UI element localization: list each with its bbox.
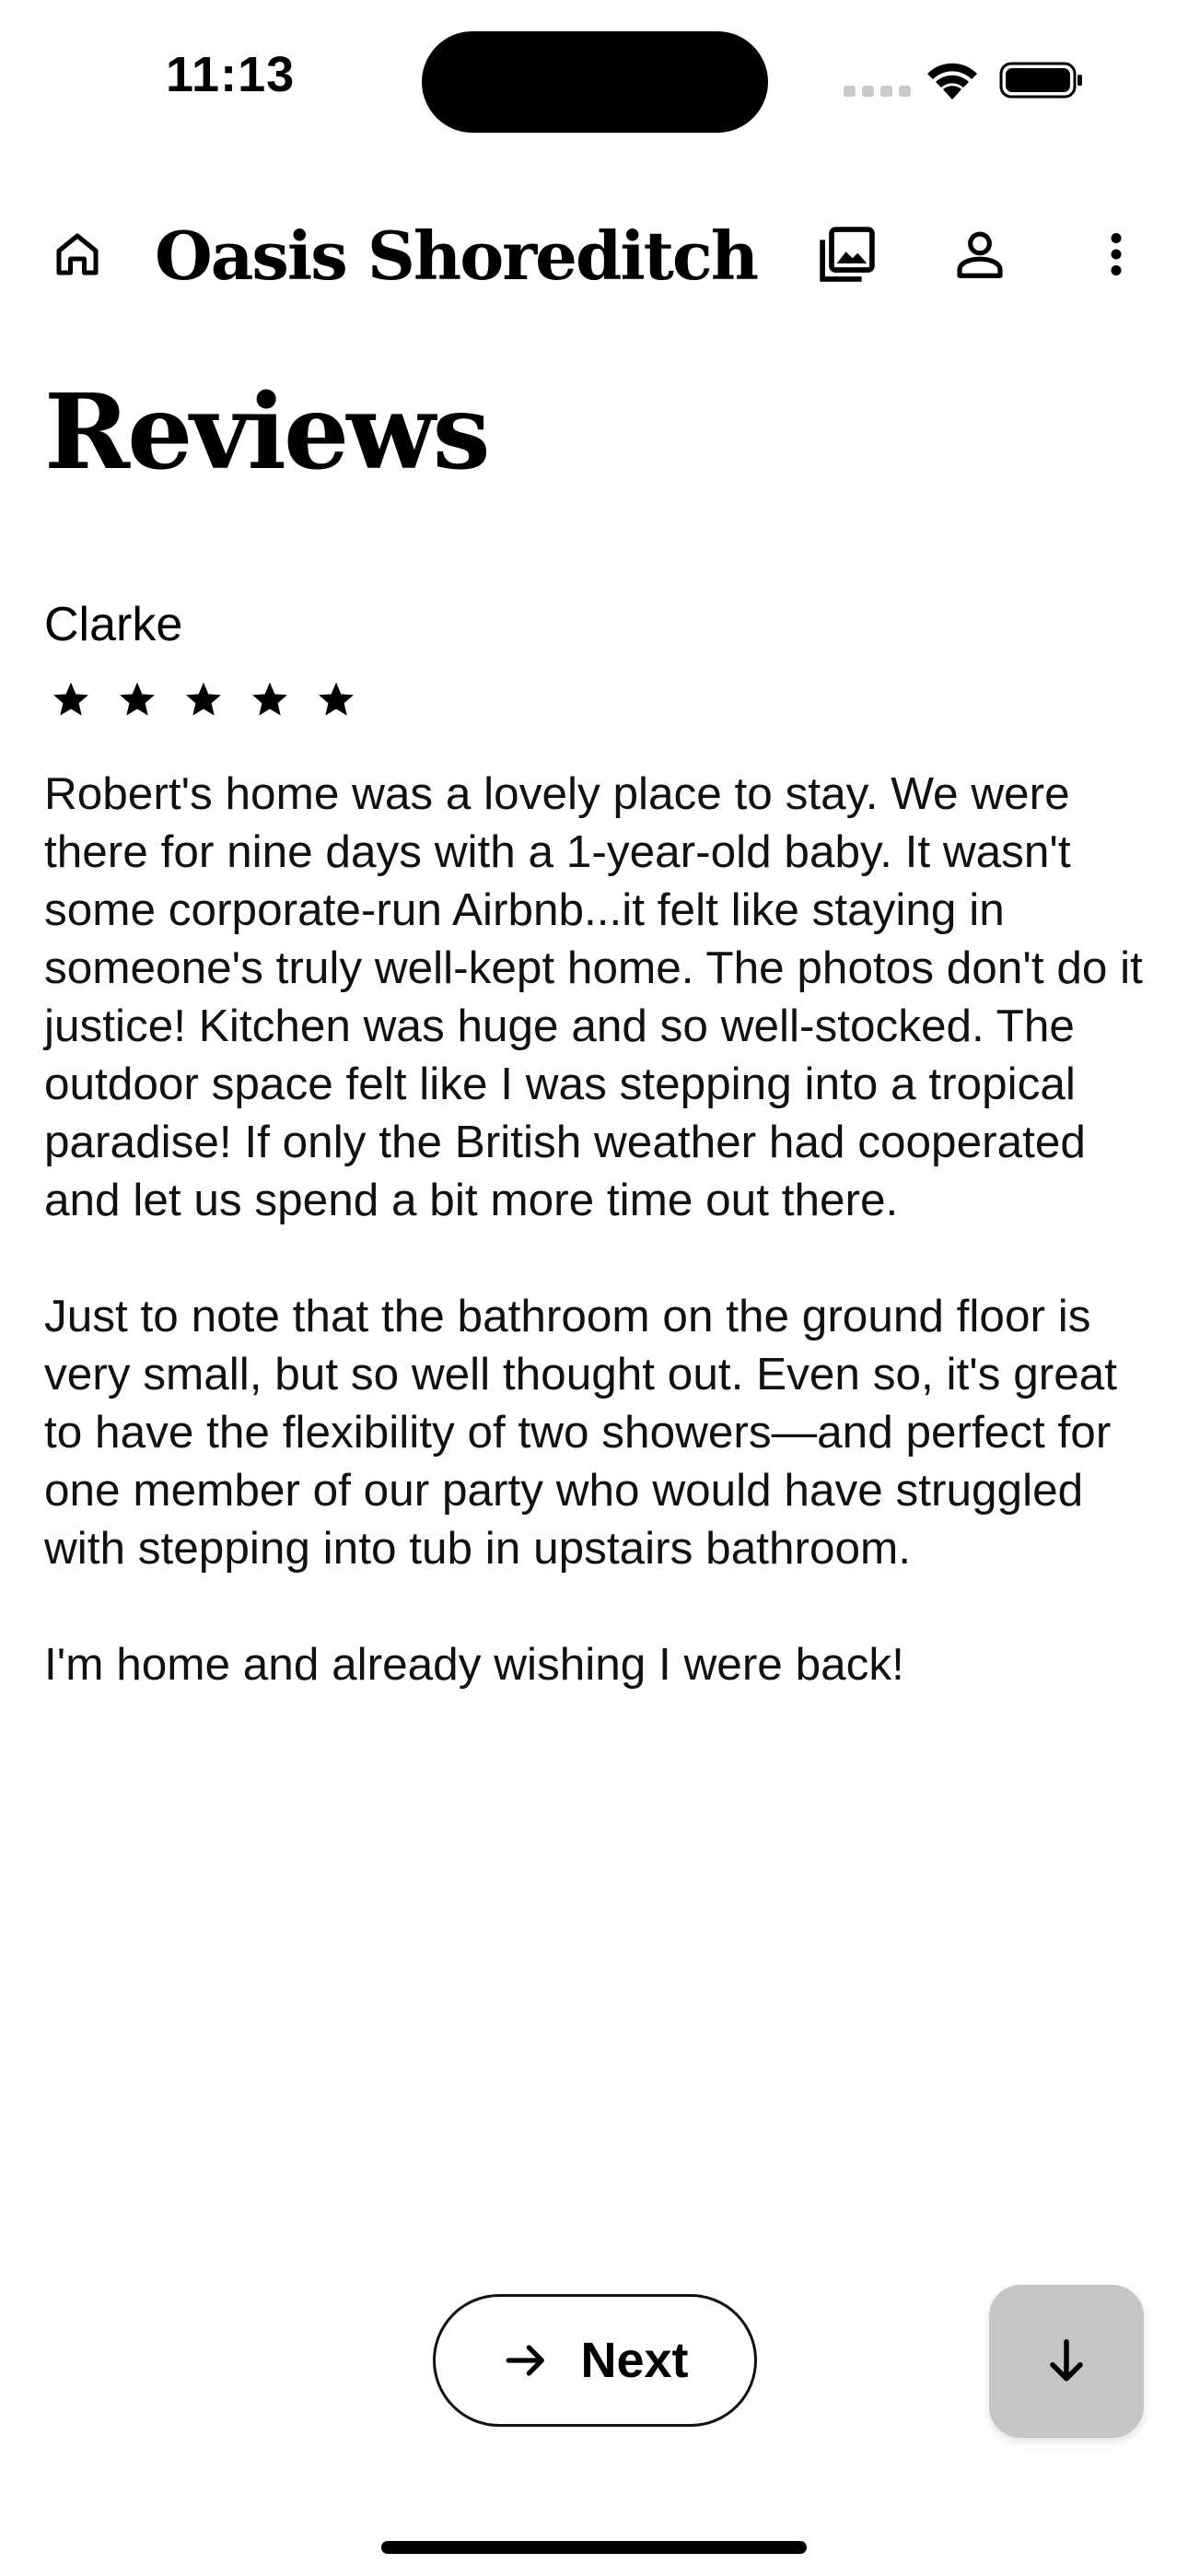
star-icon xyxy=(177,673,230,726)
home-button[interactable] xyxy=(44,221,111,287)
home-indicator xyxy=(381,2541,807,2554)
scroll-down-button[interactable] xyxy=(989,2285,1144,2438)
page-title: Reviews xyxy=(44,372,491,493)
reviewer-name: Clarke xyxy=(44,598,183,651)
cellular-signal-icon xyxy=(844,86,911,97)
star-icon xyxy=(243,673,297,726)
arrow-down-icon xyxy=(1050,2339,1083,2382)
app-title: Oasis Shoreditch xyxy=(155,217,759,295)
review-text: Robert's home was a lovely place to stay… xyxy=(44,765,1149,1751)
account-button[interactable] xyxy=(945,219,1015,289)
gallery-button[interactable] xyxy=(812,219,882,289)
more-vert-icon xyxy=(1111,233,1122,275)
review-paragraph: I'm home and already wishing I were back… xyxy=(44,1639,904,1690)
photo-library-icon xyxy=(820,227,875,282)
dynamic-island xyxy=(422,31,768,133)
status-bar: 11:13 xyxy=(0,0,1188,157)
status-time: 11:13 xyxy=(166,47,296,102)
wifi-icon xyxy=(927,63,977,100)
person-icon xyxy=(957,231,1003,278)
battery-icon xyxy=(999,62,1082,99)
next-button-label: Next xyxy=(580,2333,689,2388)
star-icon xyxy=(111,673,164,726)
star-icon xyxy=(309,673,363,726)
top-app-bar: Oasis Shoreditch xyxy=(0,198,1188,318)
review-paragraph: Robert's home was a lovely place to stay… xyxy=(44,768,1143,1225)
more-options-button[interactable] xyxy=(1081,219,1151,289)
review-paragraph: Just to note that the bathroom on the gr… xyxy=(44,1291,1118,1574)
star-icon xyxy=(44,673,98,726)
arrow-right-icon xyxy=(507,2345,545,2376)
next-button[interactable]: Next xyxy=(433,2294,757,2427)
home-icon xyxy=(56,233,99,275)
star-rating xyxy=(44,673,363,726)
